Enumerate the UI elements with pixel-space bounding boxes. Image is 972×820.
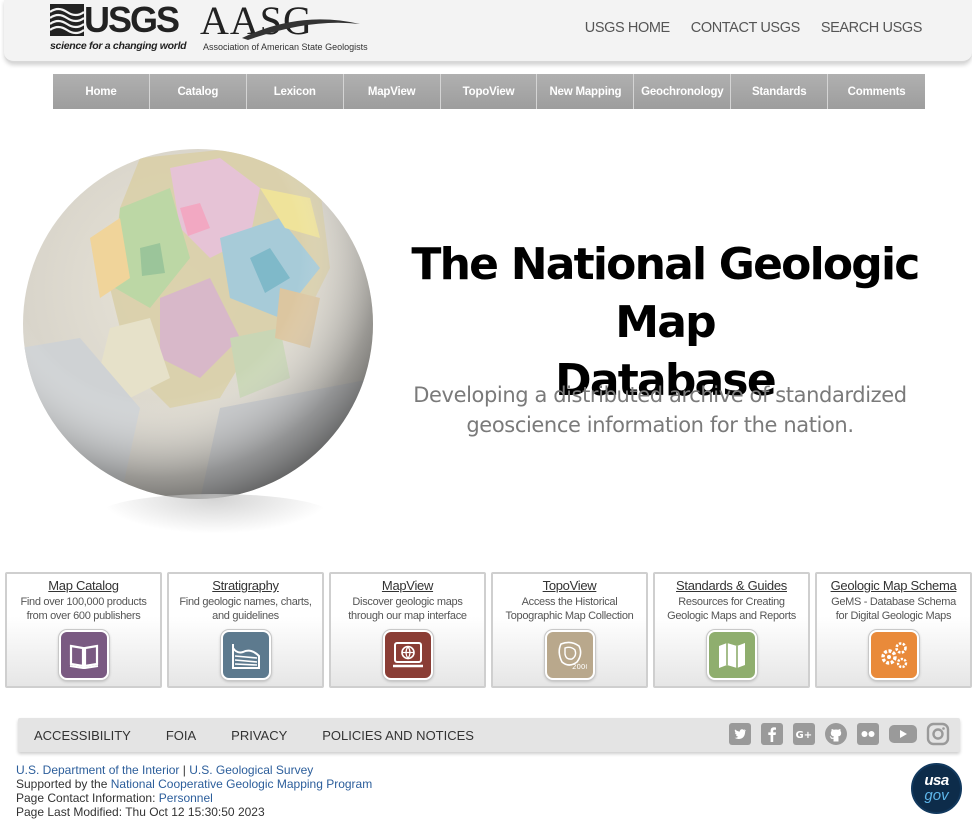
- contact-prefix: Page Contact Information:: [16, 791, 156, 805]
- footer-supported-line: Supported by the National Cooperative Ge…: [16, 777, 372, 791]
- personnel-link[interactable]: Personnel: [159, 791, 213, 805]
- globe-icon: [23, 149, 373, 499]
- card-geologic-map-schema[interactable]: Geologic Map Schema GeMS - Database Sche…: [815, 572, 972, 688]
- footer-contact-line: Page Contact Information: Personnel: [16, 791, 372, 805]
- aasg-logo[interactable]: AASG Association of American State Geolo…: [200, 0, 368, 54]
- nav-catalog[interactable]: Catalog: [149, 74, 247, 109]
- card-desc-line: from over 600 publishers: [26, 610, 141, 622]
- card-desc-line: Find over 100,000 products: [20, 596, 147, 608]
- card-desc-line: and guidelines: [212, 610, 279, 622]
- globe-reflection: [100, 494, 330, 534]
- page-subtitle: Developing a distributed archive of stan…: [395, 380, 925, 440]
- book-icon[interactable]: [59, 630, 109, 680]
- card-description: Discover geologic maps through our map i…: [337, 595, 478, 625]
- card-desc-line: for Digital Geologic Maps: [835, 610, 952, 622]
- card-desc-line: Topographic Map Collection: [505, 610, 634, 622]
- instagram-icon[interactable]: [926, 721, 950, 747]
- page-subtitle-line-2: geoscience information for the nation.: [466, 413, 854, 437]
- usagov-logo[interactable]: usa gov: [911, 763, 962, 814]
- ncgmp-link[interactable]: National Cooperative Geologic Mapping Pr…: [111, 777, 372, 791]
- footer-modified-line: Page Last Modified: Thu Oct 12 15:30:50 …: [16, 805, 372, 819]
- card-title[interactable]: Standards & Guides: [655, 578, 808, 593]
- usgs-wordmark: USGS: [84, 0, 180, 40]
- facebook-icon[interactable]: [760, 721, 784, 747]
- search-usgs-link[interactable]: SEARCH USGS: [821, 20, 923, 36]
- card-desc-line: Access the Historical: [521, 596, 618, 608]
- page-subtitle-line-1: Developing a distributed archive of stan…: [413, 383, 907, 407]
- card-stratigraphy[interactable]: Stratigraphy Find geologic names, charts…: [167, 572, 324, 688]
- card-standards-guides[interactable]: Standards & Guides Resources for Creatin…: [653, 572, 810, 688]
- card-description: Resources for Creating Geologic Maps and…: [661, 595, 802, 625]
- usgs-tagline: science for a changing world: [50, 40, 187, 52]
- aasg-swoosh-icon: [242, 19, 360, 40]
- nav-standards[interactable]: Standards: [731, 74, 829, 109]
- folded-map-icon[interactable]: [707, 630, 757, 680]
- card-description: Find geologic names, charts, and guideli…: [175, 595, 316, 625]
- doi-link[interactable]: U.S. Department of the Interior: [16, 763, 179, 777]
- card-map-catalog[interactable]: Map Catalog Find over 100,000 products f…: [5, 572, 162, 688]
- card-desc-line: GeMS - Database Schema: [831, 596, 956, 608]
- topo-2000-icon[interactable]: 2000: [545, 630, 595, 680]
- footer-separator: |: [182, 763, 186, 777]
- geologic-globe-image: [20, 148, 378, 548]
- modified-value: Thu Oct 12 15:30:50 2023: [125, 805, 265, 819]
- monitor-globe-icon[interactable]: [383, 630, 433, 680]
- svg-text:2000: 2000: [572, 663, 587, 671]
- card-title[interactable]: TopoView: [493, 578, 646, 593]
- supported-prefix: Supported by the: [16, 777, 108, 791]
- site-header: USGS science for a changing world AASG A…: [4, 0, 972, 63]
- footer-doi-line: U.S. Department of the Interior | U.S. G…: [16, 763, 372, 777]
- card-title[interactable]: Stratigraphy: [169, 578, 322, 593]
- card-description: Access the Historical Topographic Map Co…: [499, 595, 640, 625]
- svg-text:G+: G+: [796, 730, 813, 741]
- card-desc-line: Geologic Maps and Reports: [667, 610, 796, 622]
- card-title[interactable]: Map Catalog: [7, 578, 160, 593]
- top-links: USGS HOME CONTACT USGS SEARCH USGS: [585, 20, 923, 36]
- card-description: GeMS - Database Schema for Digital Geolo…: [823, 595, 964, 625]
- google-plus-icon[interactable]: G+: [792, 721, 816, 747]
- page-title-line-1: The National Geologic Map: [411, 239, 920, 348]
- footer-links: ACCESSIBILITY FOIA PRIVACY POLICIES AND …: [34, 718, 474, 752]
- flickr-icon[interactable]: [856, 721, 880, 747]
- gears-icon[interactable]: [869, 630, 919, 680]
- nav-mapview[interactable]: MapView: [343, 74, 441, 109]
- main-nav: Home Catalog Lexicon MapView TopoView Ne…: [53, 74, 926, 109]
- social-links: G+: [728, 721, 950, 747]
- nav-topoview[interactable]: TopoView: [440, 74, 538, 109]
- card-topoview[interactable]: TopoView Access the Historical Topograph…: [491, 572, 648, 688]
- footer-bar: ACCESSIBILITY FOIA PRIVACY POLICIES AND …: [18, 718, 960, 752]
- usgs-wave-icon: [50, 4, 84, 36]
- usgs-home-link[interactable]: USGS HOME: [585, 20, 670, 36]
- policies-link[interactable]: POLICIES AND NOTICES: [322, 728, 474, 743]
- card-title[interactable]: MapView: [331, 578, 484, 593]
- youtube-icon[interactable]: [888, 721, 918, 747]
- card-description: Find over 100,000 products from over 600…: [13, 595, 154, 625]
- feature-cards: Map Catalog Find over 100,000 products f…: [5, 572, 972, 688]
- usagov-text-usa: usa: [924, 772, 949, 789]
- footer-info: U.S. Department of the Interior | U.S. G…: [16, 763, 372, 819]
- strata-icon[interactable]: [221, 630, 271, 680]
- github-icon[interactable]: [824, 721, 848, 747]
- card-desc-line: Find geologic names, charts,: [179, 596, 312, 608]
- nav-geochronology[interactable]: Geochronology: [634, 74, 732, 109]
- usgs-link[interactable]: U.S. Geological Survey: [189, 763, 313, 777]
- foia-link[interactable]: FOIA: [166, 728, 196, 743]
- card-desc-line: through our map interface: [348, 610, 467, 622]
- accessibility-link[interactable]: ACCESSIBILITY: [34, 728, 131, 743]
- card-desc-line: Resources for Creating: [678, 596, 785, 608]
- privacy-link[interactable]: PRIVACY: [231, 728, 287, 743]
- modified-prefix: Page Last Modified:: [16, 805, 123, 819]
- nav-lexicon[interactable]: Lexicon: [246, 74, 344, 109]
- nav-home[interactable]: Home: [53, 74, 150, 109]
- card-desc-line: Discover geologic maps: [352, 596, 463, 608]
- usagov-text-gov: gov: [924, 787, 949, 804]
- card-title[interactable]: Geologic Map Schema: [817, 578, 970, 593]
- nav-new-mapping[interactable]: New Mapping: [537, 74, 635, 109]
- card-mapview[interactable]: MapView Discover geologic maps through o…: [329, 572, 486, 688]
- usgs-logo[interactable]: USGS science for a changing world: [50, 0, 187, 52]
- nav-comments[interactable]: Comments: [828, 74, 926, 109]
- twitter-icon[interactable]: [728, 721, 752, 747]
- aasg-tagline: Association of American State Geologists: [203, 42, 368, 52]
- contact-usgs-link[interactable]: CONTACT USGS: [691, 20, 800, 36]
